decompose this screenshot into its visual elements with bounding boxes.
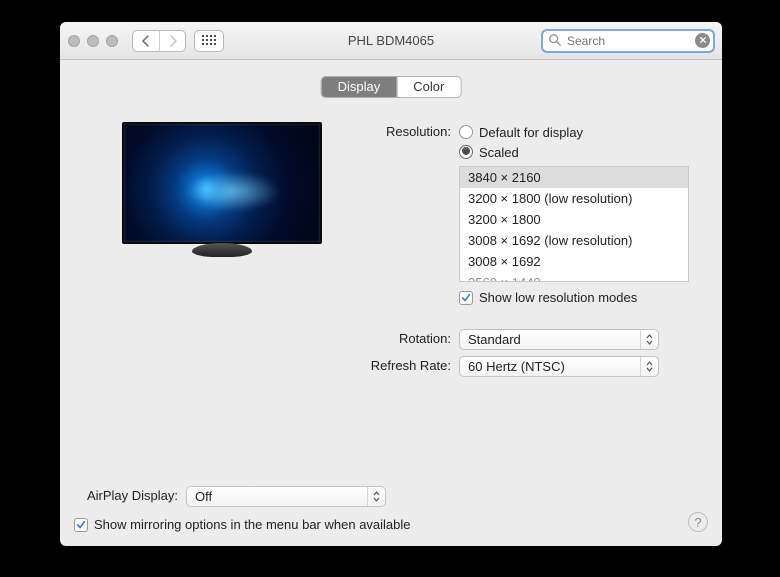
- clear-search-button[interactable]: [695, 33, 710, 48]
- refresh-select[interactable]: 60 Hertz (NTSC): [459, 356, 659, 377]
- chevron-down-icon: [646, 367, 653, 372]
- mirroring-label: Show mirroring options in the menu bar w…: [94, 517, 411, 532]
- chevron-left-icon: [141, 35, 151, 47]
- tab-bar: Display Color: [321, 76, 462, 98]
- chevron-down-icon: [646, 340, 653, 345]
- titlebar: PHL BDM4065: [60, 22, 722, 60]
- search-input[interactable]: [542, 30, 714, 52]
- mirroring-checkbox[interactable]: [74, 518, 88, 532]
- search-field-wrap: [542, 30, 714, 52]
- radio-icon: [459, 145, 473, 159]
- resolution-scaled-radio[interactable]: Scaled: [459, 142, 698, 162]
- show-lowres-label: Show low resolution modes: [479, 290, 637, 305]
- window-controls: [68, 35, 118, 47]
- radio-label: Scaled: [479, 145, 519, 160]
- resolution-option[interactable]: 3840 × 2160: [460, 167, 688, 188]
- help-icon: ?: [694, 515, 701, 530]
- airplay-row: AirPlay Display: Off: [74, 486, 708, 507]
- chevron-up-icon: [373, 491, 380, 496]
- resolution-option[interactable]: 2560 × 1440: [460, 272, 688, 282]
- chevron-right-icon: [168, 35, 178, 47]
- check-icon: [461, 293, 471, 303]
- tab-display[interactable]: Display: [322, 77, 397, 97]
- select-caret: [640, 330, 658, 349]
- select-value: 60 Hertz (NTSC): [468, 359, 565, 374]
- monitor-preview: [122, 122, 322, 258]
- preferences-window: PHL BDM4065 Display Color Resol: [60, 22, 722, 546]
- grid-icon: [202, 35, 216, 47]
- resolution-option[interactable]: 3200 × 1800 (low resolution): [460, 188, 688, 209]
- bottom-area: AirPlay Display: Off: [74, 486, 708, 532]
- refresh-row: Refresh Rate: 60 Hertz (NTSC): [365, 356, 698, 377]
- resolution-option[interactable]: 3008 × 1692: [460, 251, 688, 272]
- nav-back-forward: [132, 30, 186, 52]
- resolution-option[interactable]: 3008 × 1692 (low resolution): [460, 230, 688, 251]
- select-value: Off: [195, 489, 212, 504]
- tab-color[interactable]: Color: [396, 77, 460, 97]
- close-icon: [699, 36, 707, 44]
- radio-label: Default for display: [479, 125, 583, 140]
- airplay-label: AirPlay Display:: [74, 486, 186, 503]
- refresh-label: Refresh Rate:: [365, 356, 459, 373]
- rotation-select[interactable]: Standard: [459, 329, 659, 350]
- minimize-window-button[interactable]: [87, 35, 99, 47]
- resolution-list[interactable]: 3840 × 2160 3200 × 1800 (low resolution)…: [459, 166, 689, 282]
- forward-button[interactable]: [159, 31, 185, 51]
- display-settings-form: Resolution: Default for display Scaled 3…: [365, 122, 698, 383]
- resolution-row: Resolution: Default for display Scaled 3…: [365, 122, 698, 305]
- show-lowres-checkbox[interactable]: [459, 291, 473, 305]
- monitor-preview-stand: [192, 243, 252, 257]
- mirroring-row: Show mirroring options in the menu bar w…: [74, 517, 708, 532]
- resolution-option[interactable]: 3200 × 1800: [460, 209, 688, 230]
- search-icon: [548, 33, 562, 47]
- resolution-default-radio[interactable]: Default for display: [459, 122, 698, 142]
- airplay-select[interactable]: Off: [186, 486, 386, 507]
- close-window-button[interactable]: [68, 35, 80, 47]
- chevron-down-icon: [373, 497, 380, 502]
- check-icon: [76, 520, 86, 530]
- chevron-up-icon: [646, 334, 653, 339]
- select-caret: [640, 357, 658, 376]
- select-value: Standard: [468, 332, 521, 347]
- back-button[interactable]: [133, 31, 159, 51]
- rotation-label: Rotation:: [365, 329, 459, 346]
- show-lowres-row: Show low resolution modes: [459, 290, 698, 305]
- radio-icon: [459, 125, 473, 139]
- content-area: Display Color Resolution: Default for di…: [60, 60, 722, 546]
- show-all-button[interactable]: [194, 30, 224, 52]
- resolution-label: Resolution:: [365, 122, 459, 139]
- help-button[interactable]: ?: [688, 512, 708, 532]
- chevron-up-icon: [646, 361, 653, 366]
- rotation-row: Rotation: Standard: [365, 329, 698, 350]
- monitor-preview-screen: [122, 122, 322, 244]
- select-caret: [367, 487, 385, 506]
- zoom-window-button[interactable]: [106, 35, 118, 47]
